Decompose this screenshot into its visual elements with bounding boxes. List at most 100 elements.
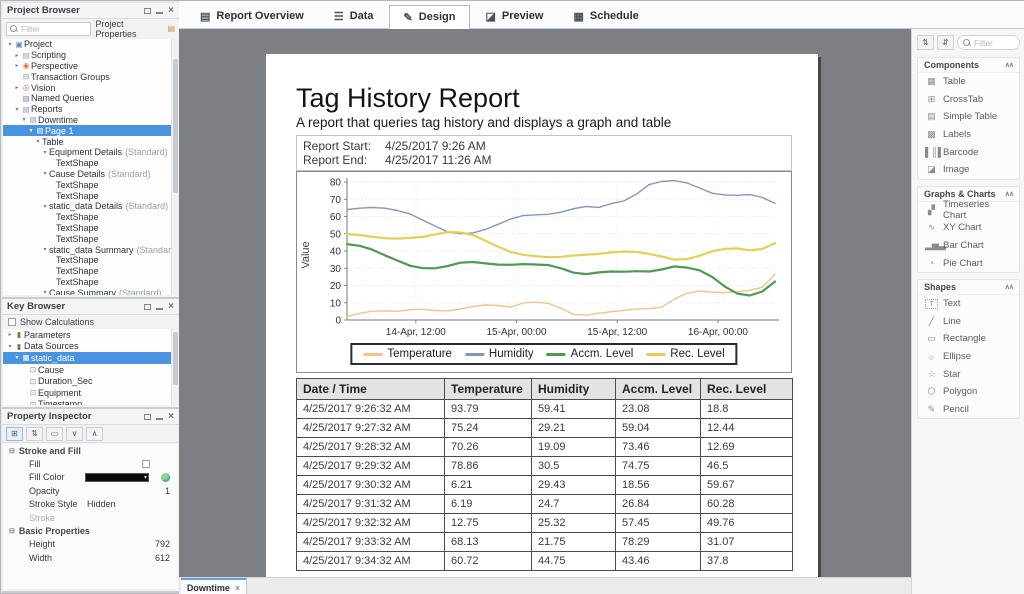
close-panel-icon[interactable]: × (168, 7, 174, 15)
project-tree-item-textshape[interactable]: TextShape (3, 277, 178, 288)
property-row-fill[interactable]: Fill (3, 457, 178, 471)
palette-item-xy-chart[interactable]: ∿XY Chart (918, 219, 1019, 237)
project-tree-item-named-queries[interactable]: ▤Named Queries (3, 93, 178, 104)
key-tree-item-timestamp[interactable]: ⊡Timestamp (3, 399, 178, 405)
palette-item-labels[interactable]: ▩Labels (918, 126, 1019, 144)
fill-checkbox[interactable] (142, 460, 150, 468)
project-tree-item-static-data-details[interactable]: ▾static_data Details(Standard) (3, 201, 178, 212)
expander-icon[interactable]: ▾ (41, 170, 49, 177)
expand-all-button[interactable]: ∨ (66, 427, 83, 441)
close-panel-icon[interactable]: × (168, 303, 174, 311)
tab-preview[interactable]: ◪Preview (470, 4, 558, 28)
palette-item-star[interactable]: ☆Star (918, 365, 1019, 383)
expander-icon[interactable]: ▾ (27, 127, 35, 134)
palette-item-barcode[interactable]: ▌║▌Barcode (918, 143, 1019, 161)
property-inspector-header[interactable]: Property Inspector × (2, 409, 179, 425)
palette-item-crosstab[interactable]: ⊞CrossTab (918, 91, 1019, 109)
expander-icon[interactable]: ▾ (6, 41, 14, 48)
project-tree-item-textshape[interactable]: TextShape (3, 233, 178, 244)
project-tree-item-textshape[interactable]: TextShape (3, 266, 178, 277)
project-filter-input[interactable] (21, 24, 81, 34)
project-browser-header[interactable]: Project Browser × (2, 3, 179, 19)
tab-data[interactable]: ☰Data (319, 4, 389, 28)
collapse-all-button[interactable]: ⇵ (937, 35, 954, 50)
expander-icon[interactable]: ▾ (41, 246, 49, 253)
palette-filter-box[interactable] (957, 35, 1020, 50)
palette-item-ellipse[interactable]: ○Ellipse (918, 348, 1019, 366)
minimize-panel-icon[interactable] (156, 8, 163, 14)
tab-design[interactable]: ✎Design (389, 5, 471, 29)
palette-item-image[interactable]: ◪Image (918, 161, 1019, 179)
table-row[interactable]: 4/25/2017 9:30:32 AM6.2129.4318.5659.67 (297, 476, 793, 495)
design-canvas[interactable]: Tag History Report A report that queries… (179, 29, 911, 577)
collapse-section-icon[interactable]: ∧∧ (1005, 283, 1013, 291)
timeseries-chart[interactable]: 0102030405060708014-Apr, 12:0015-Apr, 00… (296, 171, 792, 373)
palette-section-header[interactable]: Shapes∧∧ (918, 280, 1019, 295)
scrollbar-thumb[interactable] (173, 59, 178, 192)
collapse-all-button[interactable]: ∧ (86, 427, 103, 441)
scrollbar-thumb[interactable] (173, 332, 178, 385)
expander-icon[interactable]: ▸ (6, 331, 14, 338)
expander-icon[interactable]: ▸ (13, 84, 21, 91)
expander-icon[interactable]: ▸ (13, 62, 21, 69)
sort-button[interactable]: ⇅ (26, 427, 43, 441)
close-tab-icon[interactable]: × (235, 583, 240, 593)
table-row[interactable]: 4/25/2017 9:33:32 AM68.1321.7578.2931.07 (297, 533, 793, 552)
property-section-stroke-and-fill[interactable]: ⊟Stroke and Fill (3, 444, 178, 457)
tab-downtime[interactable]: Downtime × (181, 578, 247, 594)
project-tree-item-equipment-details[interactable]: ▾Equipment Details(Standard) (3, 147, 178, 158)
project-tree-item-textshape[interactable]: TextShape (3, 179, 178, 190)
table-row[interactable]: 4/25/2017 9:27:32 AM75.2429.2159.0412.44 (297, 419, 793, 438)
key-tree-item-parameters[interactable]: ▸▮Parameters (3, 329, 178, 341)
project-tree-item-textshape[interactable]: TextShape (3, 212, 178, 223)
palette-item-table[interactable]: ▦Table (918, 73, 1019, 91)
project-tree-item-cause-summary[interactable]: ▾Cause Summary(Standard) (3, 287, 178, 295)
expander-icon[interactable]: ▾ (13, 106, 21, 113)
table-row[interactable]: 4/25/2017 9:34:32 AM60.7244.7543.4637.8 (297, 552, 793, 571)
property-row-fill-color[interactable]: Fill Color▾ (3, 471, 178, 485)
collapse-section-icon[interactable]: ∧∧ (1005, 61, 1013, 69)
expander-icon[interactable]: ▾ (34, 138, 42, 145)
float-panel-icon[interactable] (144, 8, 151, 14)
palette-section-header[interactable]: Components∧∧ (918, 58, 1019, 73)
palette-item-pencil[interactable]: ✎Pencil (918, 401, 1019, 419)
project-tree-item-textshape[interactable]: TextShape (3, 190, 178, 201)
key-browser-header[interactable]: Key Browser × (2, 299, 179, 315)
project-filter-box[interactable] (6, 22, 91, 36)
project-properties-button[interactable]: Project Properties ▤ (95, 19, 175, 39)
project-tree-item-cause-details[interactable]: ▾Cause Details(Standard) (3, 169, 178, 180)
close-panel-icon[interactable]: × (168, 413, 174, 421)
report-table[interactable]: Date / TimeTemperatureHumidityAccm. Leve… (296, 378, 793, 571)
palette-item-timeseries-chart[interactable]: ▞Timeseries Chart (918, 202, 1019, 220)
project-tree-item-static-data-summary[interactable]: ▾static_data Summary(Standard) (3, 244, 178, 255)
palette-item-line[interactable]: ╱Line (918, 313, 1019, 331)
fill-color-swatch[interactable]: ▾ (85, 473, 149, 482)
table-row[interactable]: 4/25/2017 9:28:32 AM70.2619.0973.4612.69 (297, 438, 793, 457)
project-tree-item-page-1[interactable]: ▾▤Page 1 (3, 125, 178, 136)
minimize-panel-icon[interactable] (156, 304, 163, 310)
category-view-button[interactable]: ⊞ (6, 427, 23, 441)
palette-item-pie-chart[interactable]: ◔Pie Chart (918, 254, 1019, 272)
color-globe-icon[interactable] (161, 473, 170, 482)
project-tree-item-textshape[interactable]: TextShape (3, 158, 178, 169)
property-section-basic-properties[interactable]: ⊟Basic Properties (3, 525, 178, 538)
project-tree-item-textshape[interactable]: TextShape (3, 223, 178, 234)
minimize-panel-icon[interactable] (156, 414, 163, 420)
property-row-stroke[interactable]: Stroke (3, 511, 178, 525)
project-tree-item-transaction-groups[interactable]: ⊟Transaction Groups (3, 71, 178, 82)
project-tree-item-project[interactable]: ▾▣Project (3, 39, 178, 50)
show-calculations-checkbox[interactable] (8, 318, 16, 326)
property-row-height[interactable]: Height792 (3, 538, 178, 552)
expander-icon[interactable]: ▾ (13, 354, 21, 361)
project-tree-item-reports[interactable]: ▾▤Reports (3, 104, 178, 115)
project-tree-item-textshape[interactable]: TextShape (3, 255, 178, 266)
table-row[interactable]: 4/25/2017 9:31:32 AM6.1924.726.8460.28 (297, 495, 793, 514)
expander-icon[interactable]: ▾ (41, 203, 49, 210)
key-tree-scrollbar[interactable] (171, 329, 179, 405)
palette-filter-input[interactable] (974, 38, 1014, 48)
project-tree-item-downtime[interactable]: ▾▤Downtime (3, 115, 178, 126)
key-tree-item-static-data[interactable]: ▾▦static_data (3, 352, 178, 364)
expander-icon[interactable]: ▾ (6, 343, 14, 350)
table-row[interactable]: 4/25/2017 9:26:32 AM93.7959.4123.0818.8 (297, 400, 793, 419)
key-tree-item-equipment[interactable]: ⊡Equipment (3, 387, 178, 399)
